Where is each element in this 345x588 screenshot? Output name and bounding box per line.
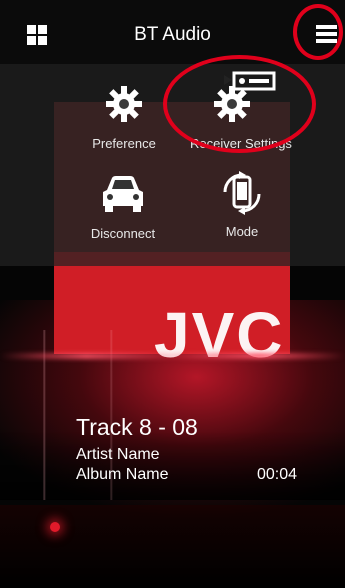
phone-rotate-icon: [223, 171, 261, 215]
gear-icon: [106, 86, 142, 122]
menu-item-label: Preference: [92, 136, 156, 151]
background-glow-line: [0, 353, 345, 359]
artist-name: Artist Name: [76, 446, 160, 463]
menu-item-label: Disconnect: [90, 226, 156, 241]
highlight-circle-annotation: [163, 55, 316, 153]
menu-item-preference[interactable]: Preference: [83, 84, 165, 151]
red-indicator-dot: [50, 522, 60, 532]
background-bottom-band: [0, 505, 345, 588]
elapsed-time: 00:04: [257, 466, 298, 483]
menu-item-label: Mode: [225, 224, 259, 239]
bt-audio-screen: JVC BT Audio Prefer: [0, 0, 345, 588]
menu-item-disconnect[interactable]: Disconnect: [80, 172, 166, 241]
album-name: Album Name: [76, 466, 169, 483]
track-title: Track 8 - 08: [76, 414, 198, 440]
hamburger-menu-icon[interactable]: [316, 25, 337, 43]
car-icon: [103, 176, 143, 212]
menu-item-mode[interactable]: Mode: [208, 170, 276, 239]
